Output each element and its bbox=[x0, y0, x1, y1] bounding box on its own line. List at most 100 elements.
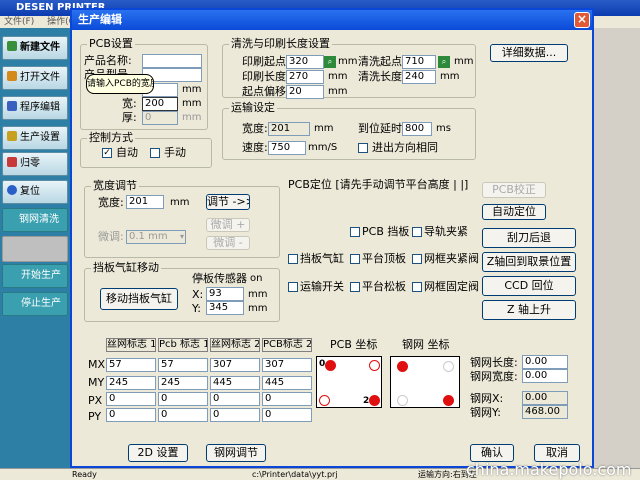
nav-stencil-clean-button[interactable]: 钢网清洗 bbox=[2, 208, 68, 232]
transport-switch-checkbox[interactable] bbox=[288, 282, 298, 292]
product-name-input[interactable] bbox=[142, 54, 202, 68]
nav-stop-production-button[interactable]: 停止生产 bbox=[2, 292, 68, 316]
clean-length-input[interactable]: 240 bbox=[402, 70, 436, 84]
clean-start-input[interactable]: 710 bbox=[402, 55, 436, 69]
arrive-delay-label: 到位延时: bbox=[358, 122, 406, 135]
frame-clamp-checkbox[interactable] bbox=[412, 254, 422, 264]
arrive-delay-input[interactable]: 800 bbox=[402, 122, 432, 136]
pcb-width-input[interactable]: 200 bbox=[142, 97, 178, 111]
table-cell[interactable]: 0 bbox=[106, 392, 156, 406]
fine-tune-minus-button[interactable]: 微调 - bbox=[206, 236, 250, 250]
watermark: china.makepolo.com bbox=[466, 460, 632, 479]
frame-clamp-label: 网框夹紧阀 bbox=[424, 252, 479, 265]
sensor-y-input[interactable]: 345 bbox=[206, 301, 244, 315]
close-icon[interactable]: × bbox=[574, 12, 590, 28]
mark-point bbox=[443, 361, 454, 372]
mark-header-pcb-2: PCB标志 2 bbox=[262, 338, 312, 352]
control-mode-group: 控制方式 bbox=[80, 131, 212, 168]
print-start-input[interactable]: 320 bbox=[286, 55, 324, 69]
mark-point bbox=[369, 360, 380, 371]
ccd-return-button[interactable]: CCD 回位 bbox=[482, 276, 576, 296]
status-path: c:\Printer\data\yyt.prj bbox=[252, 470, 338, 479]
table-cell[interactable]: 245 bbox=[158, 376, 208, 390]
production-edit-dialog: 生产编辑 × PCB设置 产品名称: 产品型号 mm 宽: 200 mm 厚: … bbox=[70, 8, 594, 468]
table-cell[interactable]: 0 bbox=[210, 408, 260, 422]
start-offset-unit: mm bbox=[328, 86, 348, 97]
platform-loosen-checkbox[interactable] bbox=[350, 282, 360, 292]
stencil-length-input[interactable]: 0.00 bbox=[522, 355, 568, 369]
squeegee-back-button[interactable]: 刮刀后退 bbox=[482, 228, 576, 248]
nav-open-file-button[interactable]: 打开文件 bbox=[2, 66, 68, 90]
table-cell[interactable]: 57 bbox=[106, 358, 156, 372]
pcb-stopper-checkbox[interactable] bbox=[350, 227, 360, 237]
stencil-length-label: 钢网长度: bbox=[470, 356, 518, 369]
nav-production-setup-button[interactable]: 生产设置 bbox=[2, 126, 68, 150]
table-cell[interactable]: 307 bbox=[210, 358, 260, 372]
stencil-coord-label: 钢网 坐标 bbox=[402, 338, 450, 351]
stop-cylinder-checkbox[interactable] bbox=[288, 254, 298, 264]
table-cell[interactable]: 0 bbox=[262, 408, 312, 422]
frame-fix-checkbox[interactable] bbox=[412, 282, 422, 292]
z-axis-view-button[interactable]: Z轴回到取景位置 bbox=[482, 252, 576, 272]
z-axis-up-button[interactable]: Z 轴上升 bbox=[482, 300, 576, 320]
print-start-unit: mm bbox=[338, 56, 358, 67]
nav-program-edit-button[interactable]: 程序编辑 bbox=[2, 96, 68, 120]
adjust-button[interactable]: 调节 ->> bbox=[206, 194, 250, 210]
stencil-adjust-button[interactable]: 钢网调节 bbox=[206, 444, 266, 462]
table-cell[interactable]: 0 bbox=[158, 392, 208, 406]
auto-position-button[interactable]: 自动定位 bbox=[482, 204, 546, 220]
frame-fix-label: 网框固定阀 bbox=[424, 280, 479, 293]
table-cell[interactable]: 0 bbox=[262, 392, 312, 406]
stencil-coord-diagram bbox=[390, 356, 460, 408]
print-start-label: 印刷起点: bbox=[242, 55, 290, 68]
nav-home-button[interactable]: 归零 bbox=[2, 152, 68, 176]
pcb-thickness-input[interactable]: 0 bbox=[142, 111, 178, 125]
fine-tune-select[interactable]: 0.1 mm ▾ bbox=[126, 230, 186, 244]
rail-clamp-checkbox[interactable] bbox=[412, 227, 422, 237]
table-cell[interactable]: 57 bbox=[158, 358, 208, 372]
stencil-x-value: 0.00 bbox=[522, 391, 568, 405]
sensor-x-input[interactable]: 93 bbox=[206, 287, 244, 301]
setup-2d-button[interactable]: 2D 设置 bbox=[128, 444, 188, 462]
table-cell[interactable]: 0 bbox=[158, 408, 208, 422]
mark-2-label: 2 bbox=[363, 396, 370, 406]
nav-start-production-button[interactable]: 开始生产 bbox=[2, 264, 68, 288]
table-cell[interactable]: 445 bbox=[210, 376, 260, 390]
fine-tune-plus-button[interactable]: 微调 + bbox=[206, 218, 250, 232]
home-icon bbox=[7, 157, 17, 167]
start-offset-input[interactable]: 20 bbox=[286, 85, 324, 99]
print-length-input[interactable]: 270 bbox=[286, 70, 324, 84]
mark-header-stencil-1: 丝网标志 1 bbox=[106, 338, 156, 352]
nav-reset-button[interactable]: 复位 bbox=[2, 180, 68, 204]
pcb-coord-diagram: 0 2 bbox=[316, 356, 382, 408]
table-cell[interactable]: 0 bbox=[210, 392, 260, 406]
transport-width-label: 宽度: bbox=[242, 122, 268, 135]
transport-speed-unit: mm/S bbox=[308, 142, 338, 153]
manual-mode-checkbox[interactable] bbox=[150, 148, 160, 158]
same-direction-checkbox[interactable] bbox=[358, 143, 368, 153]
table-cell[interactable]: 245 bbox=[106, 376, 156, 390]
adjust-width-input[interactable]: 201 bbox=[126, 195, 164, 209]
mark-point bbox=[397, 361, 408, 372]
stop-sensor-label: 停板传感器 bbox=[192, 272, 247, 285]
auto-mode-checkbox[interactable]: ✓ bbox=[102, 148, 112, 158]
binoculars-icon[interactable]: ⌕ bbox=[438, 56, 450, 68]
table-cell[interactable]: 445 bbox=[262, 376, 312, 390]
transport-width-value: 201 bbox=[268, 122, 310, 136]
transport-speed-input[interactable]: 750 bbox=[268, 141, 306, 155]
pcb-width-label: 宽: bbox=[122, 97, 137, 110]
binoculars-icon[interactable]: ⌕ bbox=[324, 56, 336, 68]
pcb-coord-label: PCB 坐标 bbox=[330, 338, 378, 351]
nav-new-file-button[interactable]: 新建文件 bbox=[2, 36, 68, 60]
stencil-width-input[interactable]: 0.00 bbox=[522, 369, 568, 383]
move-cylinder-button[interactable]: 移动挡板气缸 bbox=[100, 288, 178, 310]
detail-data-button[interactable]: 详细数据... bbox=[490, 44, 568, 62]
platform-top-checkbox[interactable] bbox=[350, 254, 360, 264]
pcb-correct-button[interactable]: PCB校正 bbox=[482, 182, 546, 198]
menu-file[interactable]: 文件(F) bbox=[4, 17, 34, 27]
nav-blank-button[interactable] bbox=[2, 236, 68, 262]
sensor-y-label: Y: bbox=[192, 302, 201, 315]
auto-mode-label: 自动 bbox=[116, 146, 138, 159]
table-cell[interactable]: 0 bbox=[106, 408, 156, 422]
table-cell[interactable]: 307 bbox=[262, 358, 312, 372]
